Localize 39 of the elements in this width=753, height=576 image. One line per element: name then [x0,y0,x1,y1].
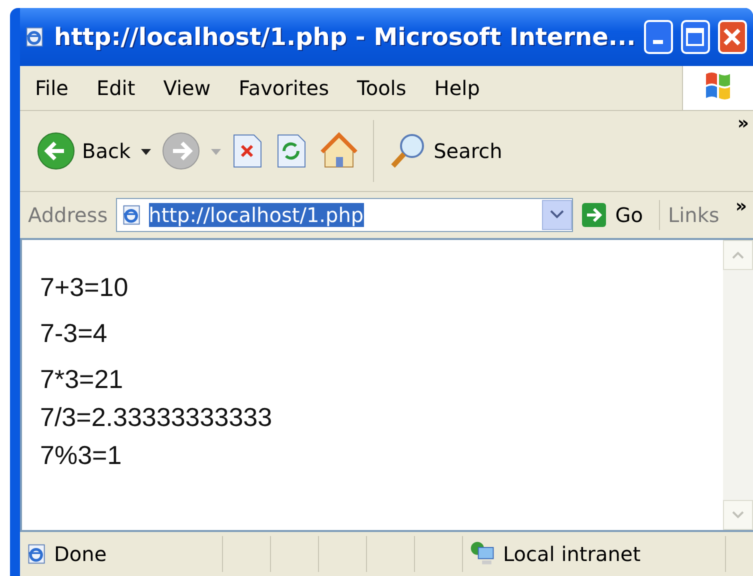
minimize-button[interactable] [644,20,673,54]
address-field[interactable]: http://localhost/1.php [116,198,574,232]
menu-item[interactable]: Tools [346,74,418,102]
toolbar-overflow-button[interactable]: » [737,113,749,134]
arrow-left-icon [36,131,76,171]
result-line: 7/3=2.33333333333 [40,401,274,434]
go-button[interactable]: Go [581,200,660,230]
zone-text: Local intranet [503,542,641,566]
menu-item[interactable]: View [152,74,222,102]
dropdown-button[interactable] [542,200,572,230]
maximize-button[interactable] [680,20,710,54]
close-button[interactable] [718,20,747,54]
scrollbar[interactable] [723,240,753,530]
chevron-down-icon [732,511,744,519]
links-overflow-button[interactable]: » [735,192,753,217]
menu-item[interactable]: Edit [85,74,146,102]
arrow-right-icon [581,202,608,228]
back-button[interactable]: Back [34,129,133,173]
menu-item[interactable]: Favorites [228,74,340,102]
window-icon [24,26,46,48]
maximize-icon [685,27,706,47]
window-title: http://localhost/1.php - Microsoft Interne... [54,23,636,51]
result-line: 7+3=10 [40,271,130,304]
result-line: 7%3=1 [40,439,123,472]
status-text: Done [54,542,107,566]
address-label: Address [28,203,108,227]
page-icon [120,204,143,226]
minimize-icon [653,40,664,44]
links-label[interactable]: Links [668,203,728,227]
search-button[interactable]: Search [386,129,504,173]
result-line: 7*3=21 [40,363,124,396]
chevron-up-icon [732,251,744,259]
result-line: 7-3=4 [40,317,108,350]
close-icon [722,27,742,47]
menu-item[interactable]: Help [423,74,491,102]
address-text: http://localhost/1.php [148,203,364,227]
chevron-down-icon [550,210,564,220]
menu-item[interactable]: File [24,74,80,102]
page-icon [26,543,48,565]
